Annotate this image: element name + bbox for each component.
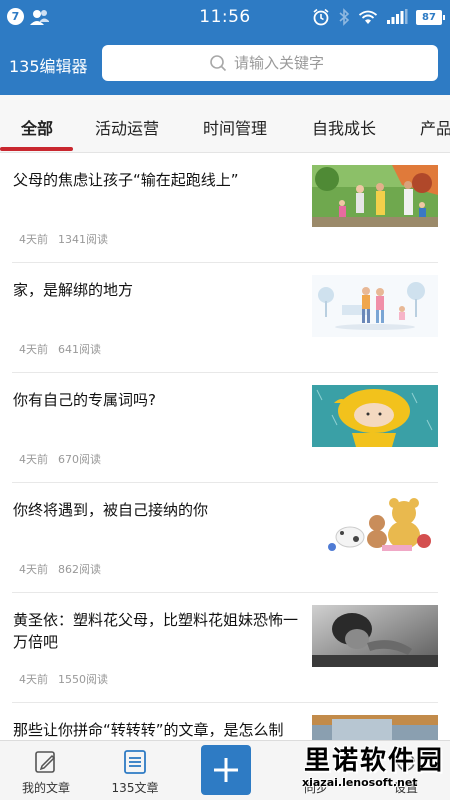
list-item[interactable]: 家，是解绑的地方 4天前 641阅读 <box>0 263 450 373</box>
tab-time-management[interactable]: 时间管理 <box>203 115 267 139</box>
tab-self-growth[interactable]: 自我成长 <box>312 115 376 139</box>
nav-label: 我的文章 <box>21 781 70 795</box>
list-item[interactable]: 你有自己的专属词吗? 4天前 670阅读 <box>0 373 450 483</box>
article-title: 父母的焦虑让孩子“输在起跑线上” <box>13 171 239 189</box>
nav-135-articles[interactable]: 135文章 <box>107 741 163 800</box>
watermark-url: xiazai.lenosoft.net <box>302 776 418 789</box>
edit-icon <box>35 751 56 773</box>
article-meta: 4天前 1550阅读 <box>19 671 108 687</box>
article-reads: 670阅读 <box>58 453 101 466</box>
article-list: 父母的焦虑让孩子“输在起跑线上” 4天前 1341阅读 家，是解绑的地方 4天前 6… <box>0 153 450 740</box>
watermark: 里诺软件园 xiazai.lenosoft.net <box>298 738 450 800</box>
article-age: 4天前 <box>19 673 48 686</box>
document-list-icon <box>124 750 146 774</box>
article-title: 家，是解绑的地方 <box>13 281 134 299</box>
status-bar: 7 11:56 87 <box>0 0 450 33</box>
nav-label: 135文章 <box>111 781 159 795</box>
watermark-brand: 里诺软件园 <box>304 746 445 776</box>
search-input[interactable] <box>234 45 424 81</box>
list-item[interactable]: 你终将遇到，被自己接纳的你 4天前 862阅读 <box>0 483 450 593</box>
article-title: 你终将遇到，被自己接纳的你 <box>13 501 209 519</box>
article-meta: 4天前 1341阅读 <box>19 231 108 247</box>
bluetooth-icon <box>339 8 350 26</box>
article-age: 4天前 <box>19 343 48 356</box>
article-title: 你有自己的专属词吗? <box>13 391 156 409</box>
family-illustration-thumbnail <box>312 275 438 337</box>
list-item[interactable]: 父母的焦虑让孩子“输在起跑线上” 4天前 1341阅读 <box>0 153 450 263</box>
child-bw-thumbnail <box>312 605 438 667</box>
wifi-icon <box>358 10 378 24</box>
article-meta: 4天前 670阅读 <box>19 451 101 467</box>
app-header: 135编辑器 <box>0 33 450 95</box>
alarm-icon <box>313 8 329 26</box>
article-meta: 4天前 641阅读 <box>19 341 101 357</box>
family-park-thumbnail <box>312 165 438 227</box>
article-reads: 862阅读 <box>58 563 101 576</box>
create-article-button[interactable] <box>201 745 251 795</box>
teddy-bears-thumbnail <box>312 495 438 557</box>
article-reads: 641阅读 <box>58 343 101 356</box>
tab-all[interactable]: 全部 <box>21 115 53 139</box>
search-icon <box>210 55 227 72</box>
desk-thumbnail <box>312 715 438 740</box>
article-meta: 4天前 862阅读 <box>19 561 101 577</box>
article-title: 那些让你拼命“转转转”的文章，是怎么制 <box>13 721 284 739</box>
search-bar[interactable] <box>102 45 438 81</box>
child-raincoat-thumbnail <box>312 385 438 447</box>
battery-indicator: 87 <box>416 9 445 25</box>
tab-product[interactable]: 产品 <box>420 115 450 139</box>
signal-icon <box>387 9 408 24</box>
article-age: 4天前 <box>19 233 48 246</box>
app-title: 135编辑器 <box>9 57 88 76</box>
plus-icon <box>214 758 238 782</box>
article-title: 黄圣依：塑料花父母，比塑料花姐妹恐怖一万倍吧 <box>13 611 299 651</box>
tab-activity-operations[interactable]: 活动运营 <box>95 115 159 139</box>
category-tabs: 全部 活动运营 时间管理 自我成长 产品 <box>0 95 450 153</box>
active-tab-indicator <box>0 147 73 151</box>
nav-my-articles[interactable]: 我的文章 <box>18 741 74 800</box>
article-age: 4天前 <box>19 453 48 466</box>
list-item[interactable]: 黄圣依：塑料花父母，比塑料花姐妹恐怖一万倍吧 4天前 1550阅读 <box>0 593 450 703</box>
article-age: 4天前 <box>19 563 48 576</box>
list-item[interactable]: 那些让你拼命“转转转”的文章，是怎么制 <box>0 703 450 740</box>
status-icons: 87 <box>312 7 445 27</box>
article-reads: 1341阅读 <box>58 233 108 246</box>
article-reads: 1550阅读 <box>58 673 108 686</box>
